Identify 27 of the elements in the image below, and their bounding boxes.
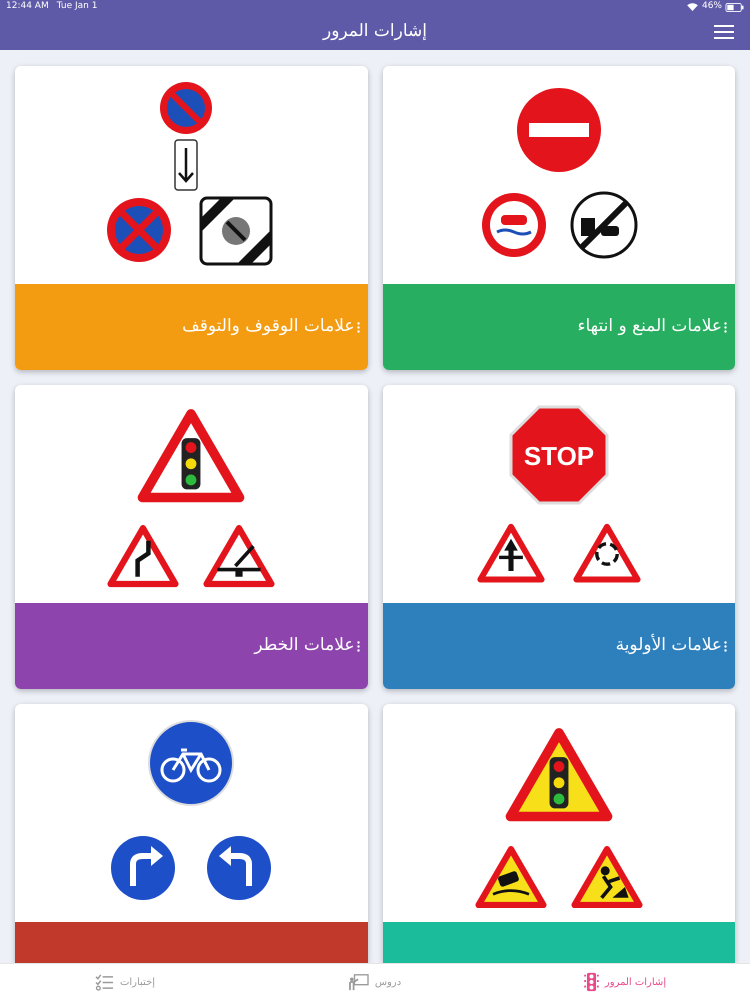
battery-icon (725, 2, 744, 12)
wifi-icon (686, 3, 698, 11)
card-title: علامات الخطر (254, 634, 354, 658)
category-card[interactable]: علامات المنع و انتهاء (382, 66, 735, 370)
category-card[interactable] (382, 704, 735, 963)
tab-item[interactable]: إختبارات (0, 964, 250, 1000)
category-card[interactable]: علامات الخطر (15, 385, 368, 689)
card-title: علامات الوقوف والتوقف (182, 315, 354, 338)
status-time: 12:44 AM (6, 0, 49, 14)
status-date: Tue Jan 1 (56, 0, 98, 14)
dots-icon (356, 640, 360, 652)
category-card[interactable] (15, 704, 368, 963)
dots-icon (724, 322, 727, 332)
tab-item[interactable]: دروس (250, 964, 500, 1000)
tab-item[interactable]: إشارات المرور (500, 964, 750, 1000)
teacher-board-icon (348, 973, 369, 991)
menu-button[interactable] (714, 23, 734, 41)
header-title: إشارات المرور (322, 20, 428, 44)
category-card[interactable]: علامات الوقوف والتوقف (15, 66, 368, 370)
card-title: علامات المنع و انتهاء (578, 315, 722, 338)
dots-icon (356, 322, 360, 332)
battery-percentage: 46% (702, 0, 722, 14)
checklist-icon (94, 974, 114, 990)
traffic-light-icon (584, 972, 599, 992)
sign-text: STOP (524, 441, 594, 471)
dots-icon (724, 640, 727, 652)
card-title: علامات الأولوية (616, 633, 722, 658)
